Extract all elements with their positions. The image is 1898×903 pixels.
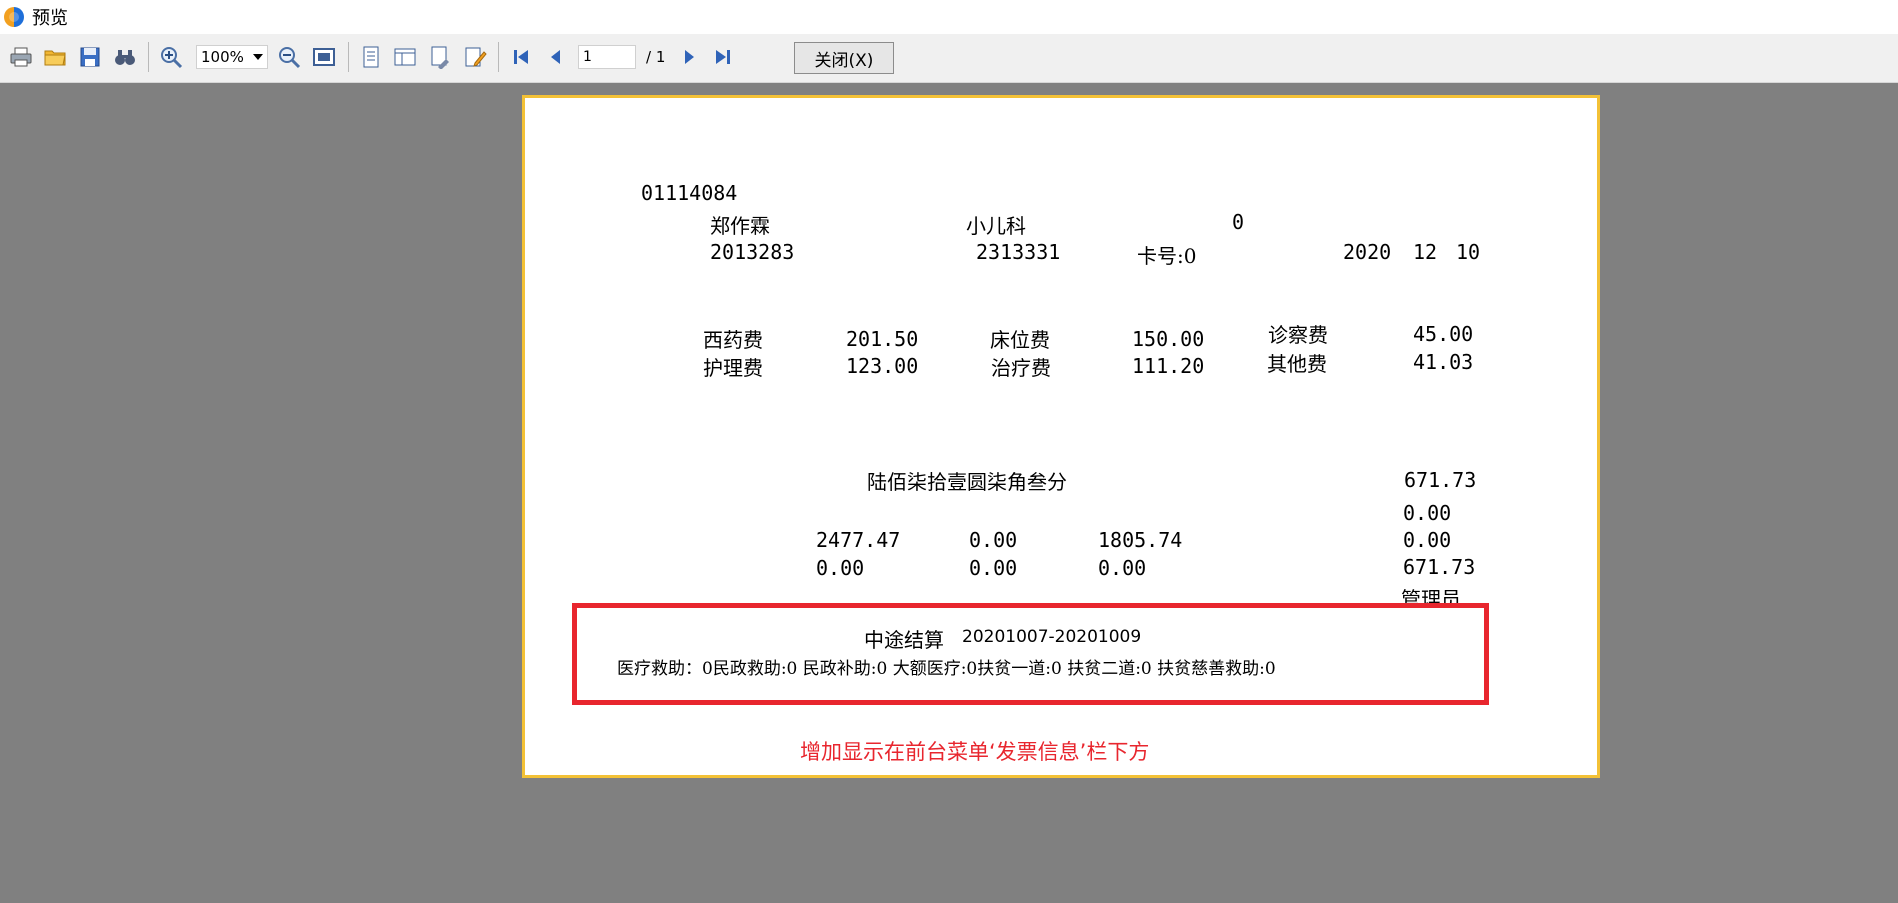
fee-label: 诊察费 [1268, 323, 1328, 347]
midway-settlement-label: 中途结算 [864, 628, 944, 652]
row1-value: 2477.47 [816, 528, 901, 552]
close-button[interactable]: 关闭(X) [794, 42, 894, 74]
fee-value: 41.03 [1413, 350, 1474, 374]
app-logo-icon [4, 7, 24, 27]
annotation-note: 增加显示在前台菜单‘发票信息’栏下方 [800, 740, 1150, 764]
single-page-icon[interactable] [358, 44, 384, 70]
field-zero: 0 [1232, 210, 1245, 234]
zoom-select[interactable]: 100% [196, 45, 268, 69]
previous-page-icon[interactable] [543, 44, 569, 70]
fee-value: 150.00 [1132, 327, 1205, 351]
fit-page-icon[interactable] [311, 44, 337, 70]
row2-value: 0.00 [1098, 556, 1147, 580]
next-page-icon[interactable] [676, 44, 702, 70]
date-day: 10 [1456, 240, 1481, 264]
row1-value: 0.00 [969, 528, 1018, 552]
row2-value: 0.00 [816, 556, 865, 580]
fee-value: 201.50 [846, 327, 919, 351]
right-column-value: 671.73 [1403, 555, 1476, 579]
settings-wrench-icon[interactable] [427, 44, 453, 70]
window-title: 预览 [32, 8, 68, 29]
amount-in-words: 陆佰柒拾壹圆柒角叁分 [867, 470, 1067, 494]
invoice-number: 01114084 [641, 181, 738, 205]
fee-value: 111.20 [1132, 354, 1205, 378]
invoice-preview-page: 01114084 郑作霖 小儿科 0 2013283 2313331 卡号:0 … [522, 95, 1600, 778]
fee-label: 床位费 [990, 328, 1050, 352]
department: 小儿科 [966, 214, 1026, 238]
fee-label: 其他费 [1267, 352, 1327, 376]
zoom-in-icon[interactable] [158, 44, 184, 70]
zoom-value: 100% [201, 48, 244, 66]
card-number: 卡号:0 [1137, 244, 1197, 268]
fee-label: 西药费 [703, 328, 763, 352]
settlement-number: 2313331 [976, 240, 1061, 264]
page-total: / 1 [646, 48, 666, 66]
fee-label: 护理费 [703, 356, 763, 380]
find-binoculars-icon[interactable] [112, 44, 138, 70]
date-month: 12 [1413, 240, 1438, 264]
date-year: 2020 [1343, 240, 1392, 264]
row1-value: 1805.74 [1098, 528, 1183, 552]
chevron-down-icon [253, 54, 263, 60]
print-icon[interactable] [8, 44, 34, 70]
save-icon[interactable] [77, 44, 103, 70]
aid-summary-line: 医疗救助：0民政救助:0 民政补助:0 大额医疗:0扶贫一道:0 扶贫二道:0 … [617, 659, 1276, 679]
midway-dates: 20201007-20201009 [962, 627, 1142, 647]
row2-value: 0.00 [969, 556, 1018, 580]
open-folder-icon[interactable] [42, 44, 68, 70]
right-column-value: 0.00 [1403, 528, 1452, 552]
fee-value: 123.00 [846, 354, 919, 378]
page-setup-icon[interactable] [392, 44, 418, 70]
patient-name: 郑作霖 [710, 214, 770, 238]
edit-pencil-icon[interactable] [462, 44, 488, 70]
hospital-number: 2013283 [710, 240, 795, 264]
toolbar: 100% / 1 关闭(X) [0, 34, 1898, 83]
fee-label: 治疗费 [991, 356, 1051, 380]
last-page-icon[interactable] [710, 44, 736, 70]
zoom-out-icon[interactable] [276, 44, 302, 70]
right-column-value: 0.00 [1403, 501, 1452, 525]
amount-total: 671.73 [1404, 468, 1477, 492]
title-bar: 预览 [0, 0, 1898, 34]
fee-value: 45.00 [1413, 322, 1474, 346]
first-page-icon[interactable] [508, 44, 534, 70]
page-number-input[interactable] [578, 45, 636, 69]
